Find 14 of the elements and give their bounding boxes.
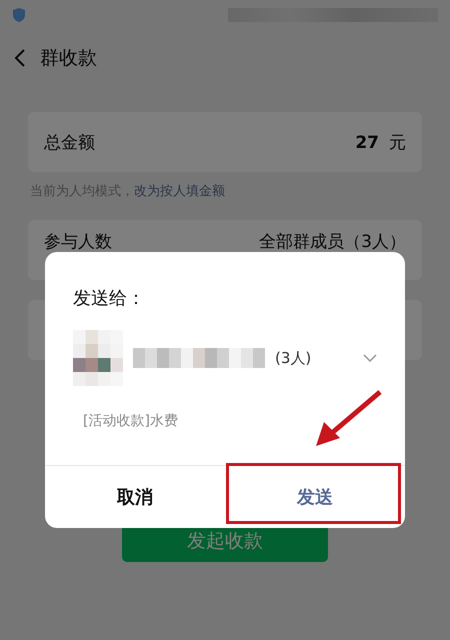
back-icon[interactable]: [14, 48, 26, 68]
message-preview: [活动收款]水费: [83, 412, 179, 430]
currency-unit: 元: [389, 132, 406, 152]
switch-mode-link[interactable]: 改为按人填金额: [134, 184, 225, 199]
dialog-title: 发送给：: [73, 287, 146, 310]
shield-icon: [12, 7, 26, 23]
chevron-down-icon[interactable]: [363, 354, 377, 362]
page-title: 群收款: [40, 46, 97, 71]
members-value: 全部群成员（3人）: [259, 231, 406, 253]
member-count: (3人): [275, 348, 312, 368]
amount-label: 总金额: [44, 132, 95, 154]
amount-value: 27: [355, 132, 379, 152]
blurred-avatar: [73, 330, 123, 386]
members-label: 参与人数: [44, 231, 112, 253]
